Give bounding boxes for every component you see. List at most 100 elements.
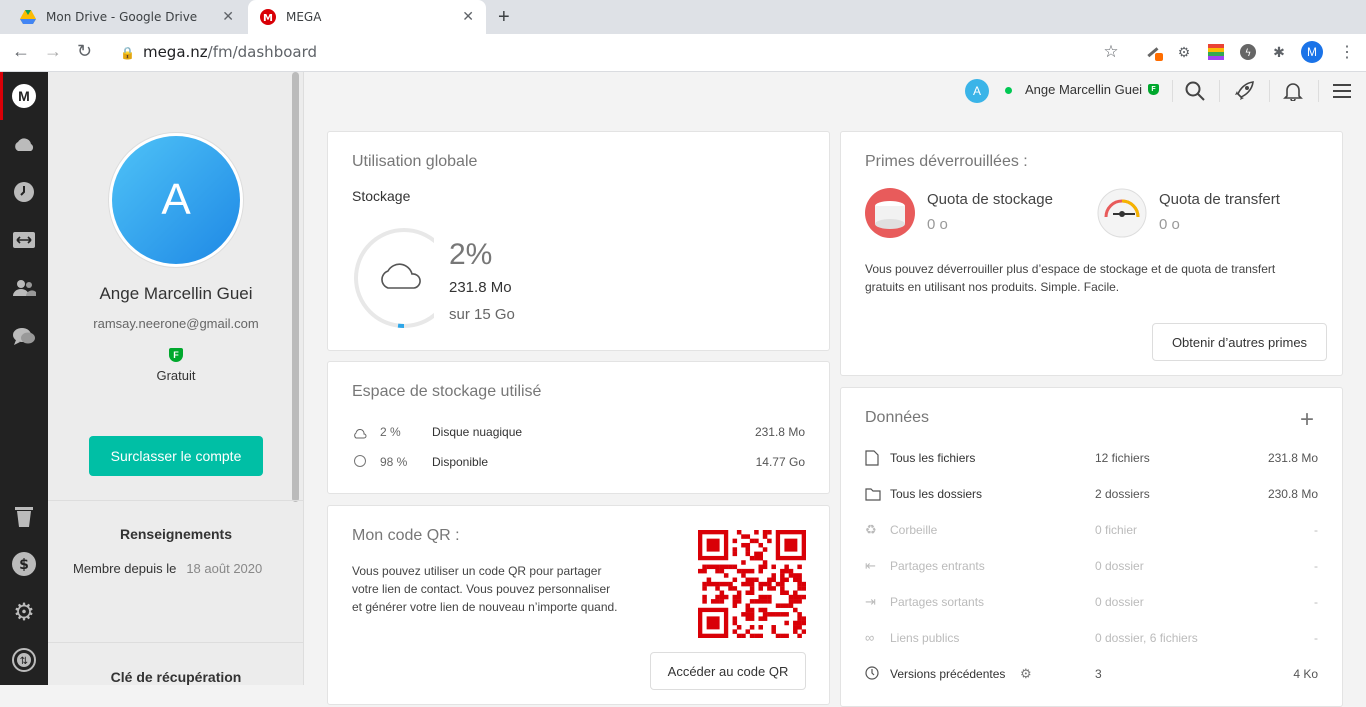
transfer-quota-icon xyxy=(1097,188,1147,243)
contacts-icon[interactable] xyxy=(12,276,36,300)
qr-description: Vous pouvez utiliser un code QR pour par… xyxy=(352,562,618,616)
back-icon[interactable]: ← xyxy=(12,41,30,62)
storage-quota-value: 0 o xyxy=(927,216,948,233)
rocket-icon[interactable] xyxy=(1232,79,1256,103)
file-icon xyxy=(865,450,879,469)
close-tab-icon[interactable]: ✕ xyxy=(222,9,234,25)
browser-menu-icon[interactable]: ⋮ xyxy=(1338,43,1356,61)
add-plus-icon[interactable]: + xyxy=(1300,406,1314,434)
transfers-icon[interactable] xyxy=(12,228,36,252)
settings-gear-icon[interactable]: ⚙ xyxy=(12,599,36,626)
trash-icon[interactable] xyxy=(12,504,36,528)
data-row-label[interactable]: Corbeille xyxy=(890,523,937,537)
folder-icon xyxy=(865,487,881,504)
profile-avatar[interactable]: A xyxy=(108,132,244,268)
data-row-label[interactable]: Partages sortants xyxy=(890,595,984,609)
data-row-label[interactable]: Liens publics xyxy=(890,631,959,645)
storage-row-size: 231.8 Mo xyxy=(754,425,805,439)
google-drive-icon xyxy=(20,9,36,25)
usage-subtitle: Stockage xyxy=(352,188,411,204)
data-row-size: 4 Ko xyxy=(1293,667,1318,681)
upgrade-account-button[interactable]: Surclasser le compte xyxy=(89,436,263,476)
data-row-size: 231.8 Mo xyxy=(1267,451,1318,465)
qr-code-image[interactable] xyxy=(698,530,806,638)
dollar-icon[interactable]: $ xyxy=(12,552,36,576)
extension-bolt-icon[interactable]: ϟ xyxy=(1239,43,1257,61)
svg-text:ϟ: ϟ xyxy=(1245,48,1252,59)
extension-color-icon[interactable] xyxy=(1207,43,1225,61)
url-field[interactable]: 🔒 mega.nz/fm/dashboard xyxy=(120,43,317,61)
storage-row-pct: 2 % xyxy=(380,425,401,439)
qr-title: Mon code QR : xyxy=(352,527,460,544)
access-qr-button[interactable]: Accéder au code QR xyxy=(650,652,806,690)
qr-desc-line: Vous pouvez utiliser un code QR pour par… xyxy=(352,564,602,578)
data-row-count: 3 xyxy=(1095,667,1102,681)
bookmark-star-icon[interactable]: ☆ xyxy=(1102,42,1120,61)
extension-tool-icon[interactable] xyxy=(1145,43,1163,61)
chat-icon[interactable] xyxy=(12,324,36,348)
divider xyxy=(1269,80,1270,102)
data-row-label[interactable]: Tous les fichiers xyxy=(890,451,975,465)
versions-settings-gear-icon[interactable]: ⚙ xyxy=(1020,666,1032,682)
extension-gear-icon[interactable]: ⚙ xyxy=(1175,43,1193,61)
data-row-label[interactable]: Versions précédentes xyxy=(890,667,1005,681)
data-row-label[interactable]: Tous les dossiers xyxy=(890,487,982,501)
tab-title: MEGA xyxy=(286,10,322,24)
mega-favicon-icon: M xyxy=(260,9,276,25)
storage-row-pct: 98 % xyxy=(380,455,408,469)
profile-panel: A Ange Marcellin Guei ramsay.neerone@gma… xyxy=(48,72,304,685)
forward-icon[interactable]: → xyxy=(44,41,62,62)
extensions-puzzle-icon[interactable]: ✱ xyxy=(1270,43,1288,61)
data-row-size: - xyxy=(1314,559,1318,573)
storage-row-label: Disponible xyxy=(432,455,489,469)
cloud-small-icon xyxy=(353,426,367,444)
tab-google-drive[interactable]: Mon Drive - Google Drive ✕ xyxy=(8,0,246,34)
rewards-description: Vous pouvez déverrouiller plus d’espace … xyxy=(865,260,1275,296)
profile-email: ramsay.neerone@gmail.com xyxy=(93,316,259,331)
sync-icon[interactable]: ⇅ xyxy=(12,648,36,672)
url-host: mega.nz xyxy=(142,43,208,61)
link-icon: ∞ xyxy=(865,630,875,645)
usage-percent: 2% xyxy=(449,238,493,271)
data-row-count: 0 dossier xyxy=(1095,595,1144,609)
mega-logo-icon[interactable]: M xyxy=(12,84,36,108)
new-tab-button[interactable]: + xyxy=(498,6,510,29)
user-avatar[interactable]: A xyxy=(965,79,989,103)
lock-icon: 🔒 xyxy=(120,46,135,60)
left-sidebar: M $ ⚙ ⇅ xyxy=(0,72,48,685)
rewards-title: Primes déverrouillées : xyxy=(865,153,1028,170)
divider xyxy=(48,500,304,501)
divider xyxy=(1219,80,1220,102)
recents-clock-icon[interactable] xyxy=(12,180,36,204)
rewards-desc-line: Vous pouvez déverrouiller plus d’espace … xyxy=(865,262,1276,276)
data-row-count: 2 dossiers xyxy=(1095,487,1150,501)
free-plan-badge-icon: F xyxy=(169,348,183,362)
storage-quota-icon xyxy=(865,188,915,243)
data-row-count: 0 dossier xyxy=(1095,559,1144,573)
usage-card: Utilisation globale Stockage 2% 231.8 Mo… xyxy=(327,131,830,351)
tab-title: Mon Drive - Google Drive xyxy=(46,10,198,24)
user-name[interactable]: Ange Marcellin Guei xyxy=(1025,82,1142,97)
get-more-rewards-button[interactable]: Obtenir d’autres primes xyxy=(1152,323,1327,361)
browser-profile-avatar[interactable]: M xyxy=(1301,41,1323,63)
tab-mega[interactable]: M MEGA ✕ xyxy=(248,0,486,34)
qr-desc-line: et générer votre lien de nouveau n’impor… xyxy=(352,600,618,614)
reload-icon[interactable]: ↻ xyxy=(77,41,92,62)
usage-used: 231.8 Mo xyxy=(449,279,512,296)
notifications-bell-icon[interactable] xyxy=(1281,79,1305,103)
active-indicator xyxy=(0,72,3,120)
divider xyxy=(1318,80,1319,102)
rewards-desc-line: gratuits en utilisant nos produits. Simp… xyxy=(865,280,1120,294)
data-row-label[interactable]: Partages entrants xyxy=(890,559,985,573)
search-icon[interactable] xyxy=(1183,79,1207,103)
transfer-quota-label: Quota de transfert xyxy=(1159,191,1280,208)
outgoing-share-icon: ⇥ xyxy=(865,594,876,609)
usage-title: Utilisation globale xyxy=(352,153,478,170)
cloud-drive-icon[interactable] xyxy=(12,132,36,156)
member-since: Membre depuis le 18 août 2020 xyxy=(73,561,262,576)
data-row-size: - xyxy=(1314,595,1318,609)
cloud-outline-icon xyxy=(378,258,424,295)
menu-hamburger-icon[interactable] xyxy=(1330,79,1354,103)
close-tab-icon[interactable]: ✕ xyxy=(462,9,474,25)
storage-row-size: 14.77 Go xyxy=(755,455,805,469)
